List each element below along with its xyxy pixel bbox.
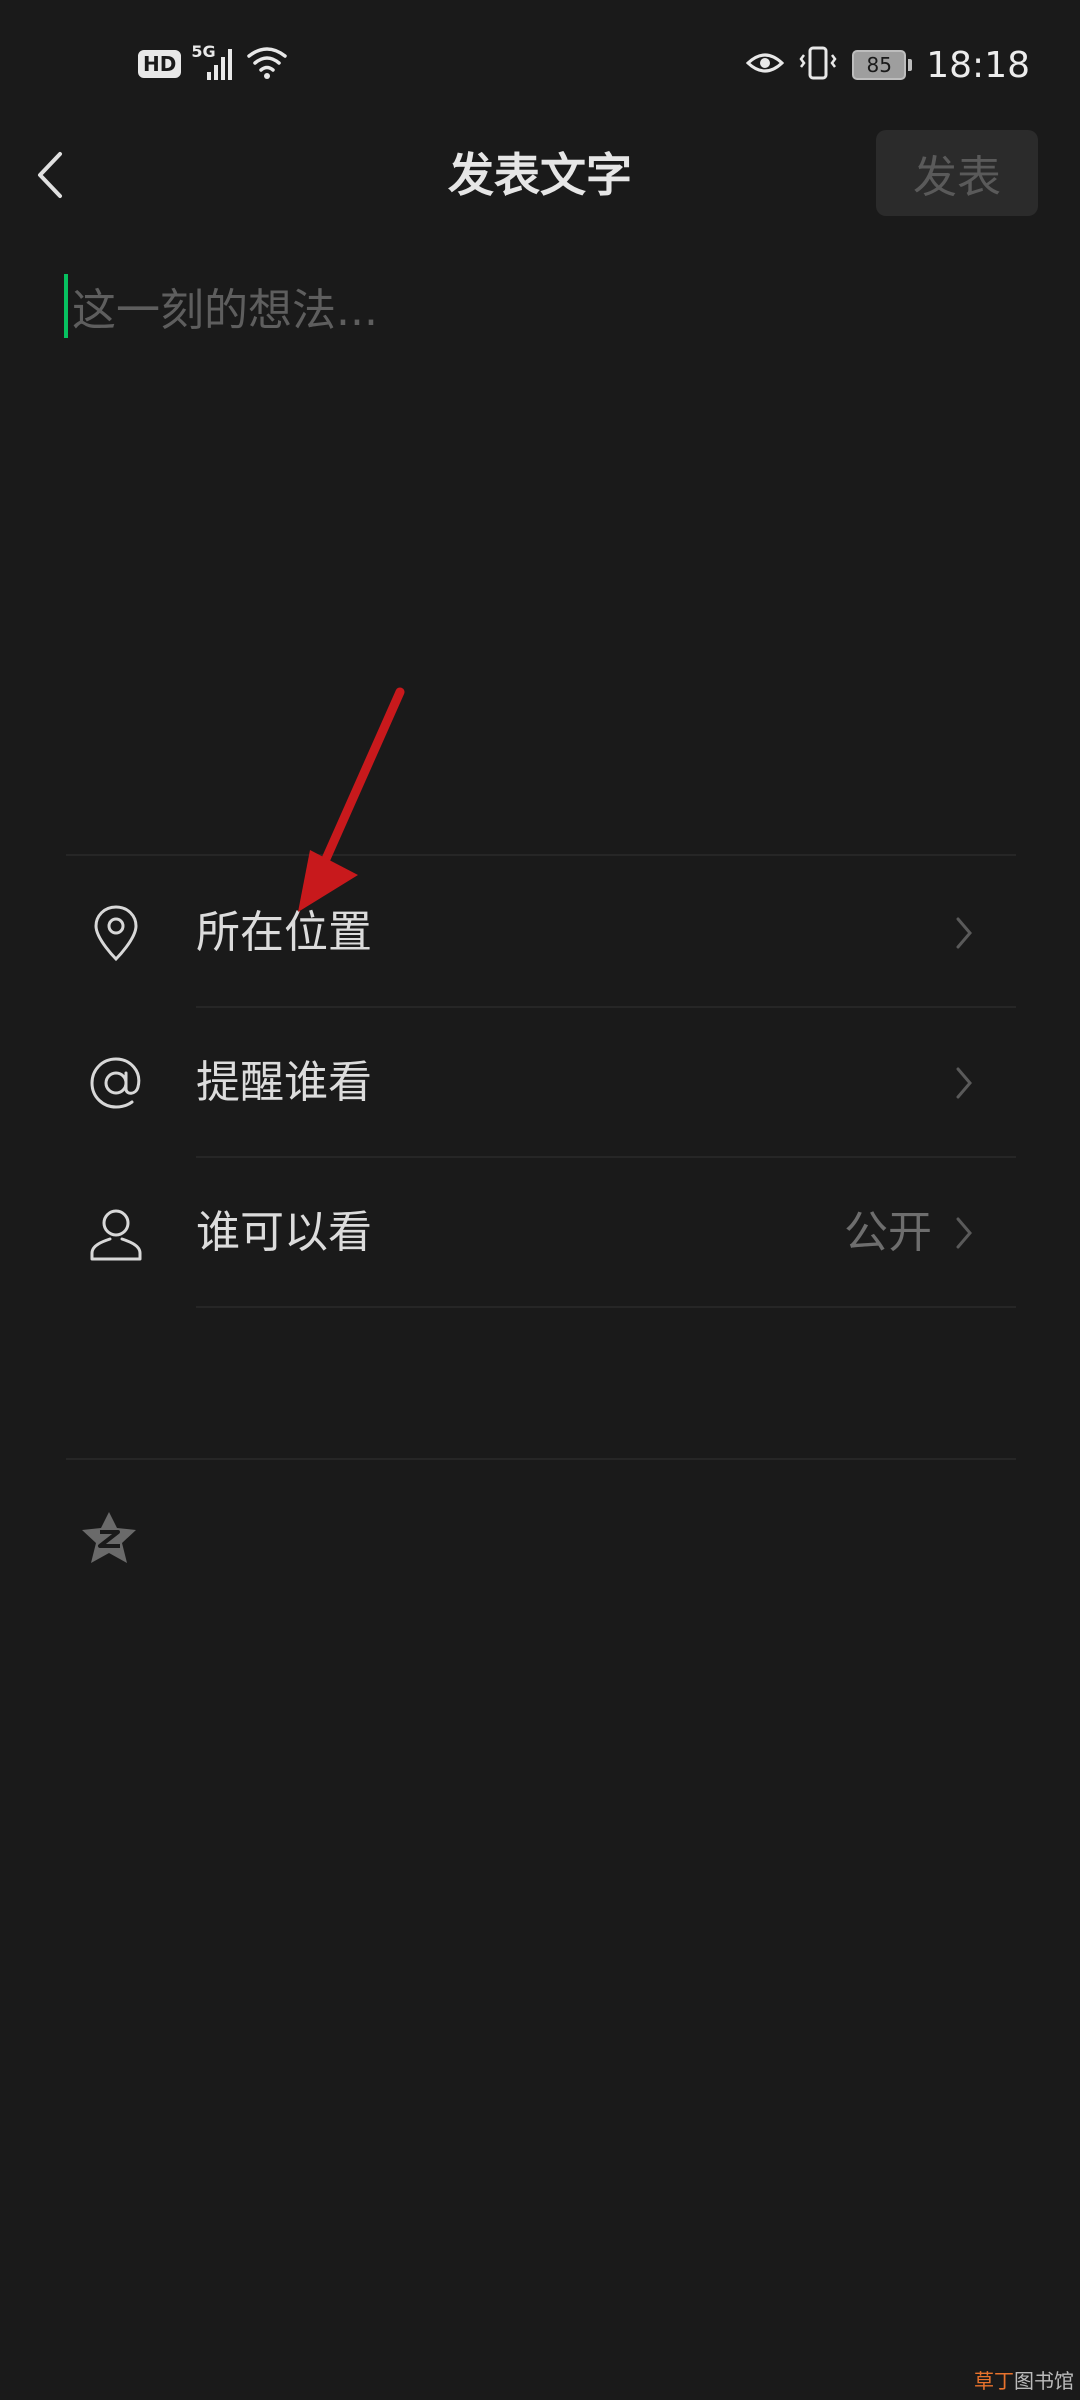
publish-button[interactable]: 发表 bbox=[876, 130, 1038, 216]
visibility-option[interactable]: 谁可以看 公开 bbox=[66, 1158, 1016, 1308]
at-sign-icon bbox=[90, 1057, 141, 1109]
mention-option[interactable]: 提醒谁看 bbox=[66, 1008, 1016, 1158]
battery-indicator: 85 bbox=[852, 50, 913, 80]
vibrate-icon bbox=[798, 45, 838, 85]
divider bbox=[66, 854, 1016, 856]
chevron-right-icon bbox=[956, 1067, 972, 1099]
signal-icon: 5G bbox=[191, 42, 235, 82]
status-bar-right: 85 18:18 bbox=[746, 40, 1030, 90]
watermark-accent: 草丁 bbox=[974, 2369, 1014, 2393]
clock: 18:18 bbox=[926, 44, 1030, 86]
chevron-right-icon bbox=[956, 1217, 972, 1249]
eye-icon bbox=[746, 49, 785, 81]
chevron-right-icon bbox=[956, 917, 972, 949]
hd-badge: HD bbox=[138, 50, 182, 78]
post-text-input[interactable] bbox=[70, 272, 1024, 816]
text-cursor bbox=[64, 274, 68, 338]
divider bbox=[66, 1458, 1016, 1460]
visibility-label: 谁可以看 bbox=[196, 1207, 372, 1258]
location-option[interactable]: 所在位置 bbox=[66, 858, 1016, 1008]
battery-level: 85 bbox=[852, 50, 907, 80]
row-separator bbox=[196, 1306, 1016, 1308]
status-bar-left: HD 5G bbox=[138, 42, 289, 84]
annotation-arrow bbox=[298, 687, 405, 912]
location-pin-icon bbox=[94, 905, 138, 962]
mention-label: 提醒谁看 bbox=[196, 1057, 372, 1108]
visibility-value: 公开 bbox=[844, 1207, 932, 1258]
battery-cap bbox=[908, 59, 913, 71]
qzone-star-icon bbox=[82, 1512, 136, 1563]
wifi-icon bbox=[245, 44, 289, 84]
watermark-rest: 图书馆 bbox=[1014, 2369, 1074, 2393]
person-icon bbox=[90, 1209, 142, 1261]
qzone-share-toggle[interactable] bbox=[78, 1510, 140, 1566]
watermark: 草丁图书馆 bbox=[974, 2365, 1074, 2394]
